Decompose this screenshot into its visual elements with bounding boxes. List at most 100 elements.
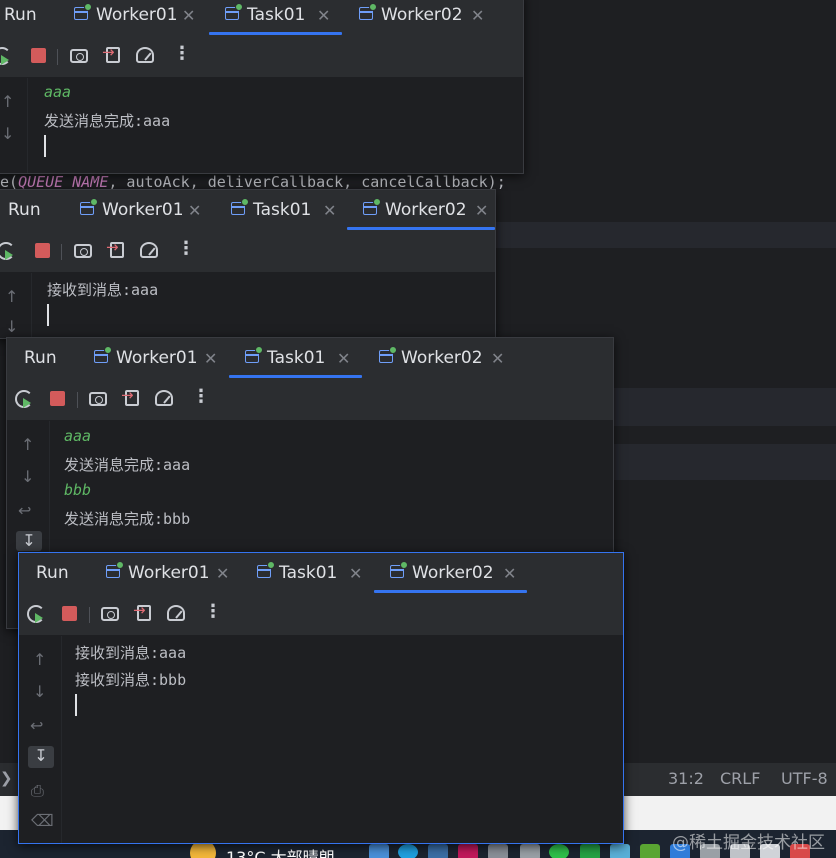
console-line: bbb: [64, 481, 92, 499]
chat-app-icon[interactable]: [580, 844, 600, 858]
stop-icon[interactable]: [31, 48, 46, 63]
run-tab-bar: Run Worker01 ✕ Task01 ✕ Worker02 ✕: [0, 190, 495, 230]
console-line: 发送消息完成:bbb: [64, 510, 191, 528]
close-icon[interactable]: ✕: [337, 349, 350, 368]
close-icon[interactable]: ✕: [182, 6, 195, 25]
print-icon[interactable]: ⎙: [31, 781, 44, 801]
arrow-up-icon[interactable]: ↑: [33, 650, 46, 669]
close-icon[interactable]: ✕: [216, 564, 229, 583]
soft-wrap-icon[interactable]: ↩: [30, 716, 43, 735]
running-indicator-icon: [84, 3, 92, 11]
close-icon[interactable]: ✕: [323, 201, 336, 220]
console-output[interactable]: 接收到消息:aaa 接收到消息:bbb: [62, 636, 623, 843]
close-icon[interactable]: ✕: [317, 6, 330, 25]
wechat-icon[interactable]: [549, 844, 569, 858]
run-label: Run: [24, 348, 57, 368]
soft-wrap-icon[interactable]: ↩: [18, 501, 31, 520]
stop-icon[interactable]: [62, 606, 77, 621]
text-cursor: [75, 694, 77, 716]
running-indicator-icon: [241, 198, 249, 206]
console-line: aaa: [44, 83, 72, 101]
running-indicator-icon: [389, 346, 397, 354]
edge-icon[interactable]: [398, 844, 418, 858]
arrow-down-icon[interactable]: ↓: [1, 124, 14, 143]
scroll-to-end-icon[interactable]: ↧: [28, 746, 54, 768]
run-tab-bar: Run Worker01 ✕ Task01 ✕ Worker02 ✕: [19, 553, 623, 593]
running-indicator-icon: [90, 198, 98, 206]
profiler-icon[interactable]: [167, 605, 185, 621]
screenshot-icon[interactable]: [101, 607, 119, 621]
arrow-down-icon[interactable]: ↓: [5, 317, 18, 336]
screenshot-icon[interactable]: [70, 49, 88, 63]
explorer-icon[interactable]: [369, 844, 389, 858]
trash-icon[interactable]: ⌫: [31, 811, 54, 830]
rerun-icon[interactable]: [0, 47, 11, 65]
text-cursor: [47, 304, 49, 326]
arrow-down-icon[interactable]: ↓: [21, 467, 34, 486]
profiler-icon[interactable]: [140, 242, 158, 258]
file-encoding[interactable]: UTF-8: [781, 769, 828, 788]
weather-widget[interactable]: 13°C 大部晴朗: [226, 844, 335, 858]
console-output[interactable]: 接收到消息:aaa: [32, 273, 495, 338]
more-icon[interactable]: ⋮: [177, 238, 195, 259]
nvidia-icon[interactable]: [640, 844, 660, 858]
more-icon[interactable]: ⋮: [173, 43, 191, 64]
run-toolbar: ⋮: [0, 35, 523, 78]
run-window-worker02: Run Worker01 ✕ Task01 ✕ Worker02 ✕ ⋮: [18, 552, 624, 844]
editor-current-line-highlight: [494, 222, 836, 248]
run-window-task01: Run Worker01 ✕ Task01 ✕ Worker02 ✕ ⋮: [0, 0, 524, 174]
exit-icon[interactable]: [133, 601, 151, 621]
console-gutter: ↑ ↓ ↩ ↧ ⎙ ⌫: [19, 636, 62, 843]
running-indicator-icon: [255, 346, 263, 354]
toolbar-divider: [89, 607, 90, 623]
watermark: @稀土掘金技术社区: [672, 833, 825, 853]
console-gutter: ↑ ↓: [0, 78, 28, 173]
app-icon[interactable]: [520, 844, 540, 858]
console-line: 接收到消息:bbb: [75, 671, 187, 689]
line-separator[interactable]: CRLF: [720, 769, 760, 788]
chevron-right-icon[interactable]: ❯: [0, 769, 13, 787]
close-icon[interactable]: ✕: [188, 201, 201, 220]
text-cursor: [44, 135, 46, 157]
running-indicator-icon: [400, 561, 408, 569]
running-indicator-icon: [235, 3, 243, 11]
running-indicator-icon: [116, 561, 124, 569]
more-icon[interactable]: ⋮: [192, 386, 210, 407]
exit-icon[interactable]: [121, 386, 139, 406]
exit-icon[interactable]: [106, 238, 124, 258]
app-icon[interactable]: [610, 844, 630, 858]
console-output[interactable]: aaa 发送消息完成:aaa: [28, 78, 523, 173]
intellij-icon[interactable]: [458, 844, 478, 858]
stop-icon[interactable]: [50, 391, 65, 406]
close-icon[interactable]: ✕: [204, 349, 217, 368]
vscode-icon[interactable]: [428, 844, 448, 858]
more-icon[interactable]: ⋮: [204, 601, 222, 622]
close-icon[interactable]: ✕: [503, 564, 516, 583]
profiler-icon[interactable]: [155, 390, 173, 406]
console-line: 接收到消息:aaa: [47, 281, 159, 299]
console-gutter: ↑ ↓: [0, 273, 32, 338]
scroll-to-end-icon[interactable]: ↧: [16, 531, 42, 551]
caret-position[interactable]: 31:2: [668, 769, 704, 788]
rerun-icon[interactable]: [15, 390, 33, 408]
arrow-up-icon[interactable]: ↑: [5, 287, 18, 306]
stop-icon[interactable]: [35, 243, 50, 258]
run-tab-bar: Run Worker01 ✕ Task01 ✕ Worker02 ✕: [7, 338, 613, 378]
screenshot-icon[interactable]: [74, 244, 92, 258]
arrow-down-icon[interactable]: ↓: [33, 682, 46, 701]
exit-icon[interactable]: [102, 43, 120, 63]
arrow-up-icon[interactable]: ↑: [1, 92, 14, 111]
close-icon[interactable]: ✕: [475, 201, 488, 220]
close-icon[interactable]: ✕: [491, 349, 504, 368]
console-line: 发送消息完成:aaa: [64, 456, 191, 474]
app-grid-icon[interactable]: [488, 844, 508, 858]
rerun-icon[interactable]: [0, 242, 15, 260]
running-indicator-icon: [369, 3, 377, 11]
rerun-icon[interactable]: [27, 605, 45, 623]
close-icon[interactable]: ✕: [471, 6, 484, 25]
profiler-icon[interactable]: [136, 47, 154, 63]
screenshot-icon[interactable]: [89, 392, 107, 406]
arrow-up-icon[interactable]: ↑: [21, 435, 34, 454]
running-indicator-icon: [104, 346, 112, 354]
close-icon[interactable]: ✕: [349, 564, 362, 583]
